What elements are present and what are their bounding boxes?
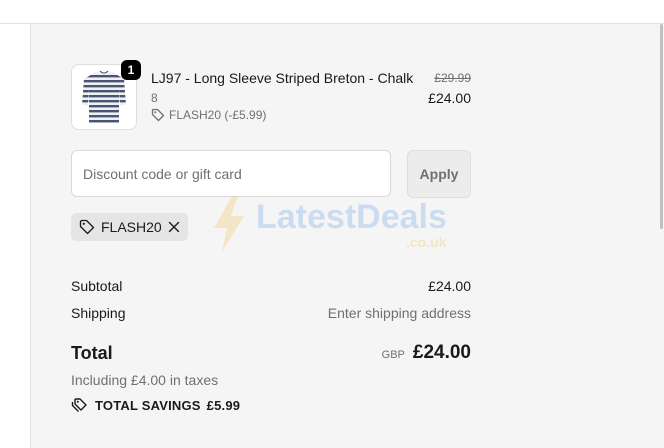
close-icon[interactable] [168,221,180,233]
scrollbar-thumb[interactable] [660,24,663,229]
discount-code-input[interactable] [71,150,391,197]
total-savings-value: £5.99 [206,397,241,413]
quantity-badge: 1 [121,60,141,80]
shipping-label: Shipping [71,305,126,321]
total-value: £24.00 [412,342,471,363]
currency-code: GBP [381,349,405,361]
subtotal-label: Subtotal [71,278,123,294]
tag-icon [151,108,165,122]
tag-icon [79,219,95,235]
product-variant: 8 [151,91,158,105]
scrollbar[interactable] [659,24,664,448]
shipping-row: Shipping Enter shipping address [71,305,471,321]
applied-discount-code: FLASH20 [101,219,162,235]
applied-discount-chip: FLASH20 [71,213,188,241]
original-price: £29.99 [434,71,471,85]
total-label: Total [71,343,113,363]
remove-discount-button[interactable] [168,221,180,233]
total-savings: TOTAL SAVINGS £5.99 [71,397,240,413]
checkout-main-column [0,24,31,448]
subtotal-row: Subtotal £24.00 [71,278,471,294]
product-discount-line: FLASH20 (-£5.99) [151,108,266,122]
taxes-note: Including £4.00 in taxes [71,372,219,388]
total-value-group: GBP £24.00 [382,342,471,364]
top-header-bar [0,0,664,24]
subtotal-value: £24.00 [428,278,471,294]
product-discount-text: FLASH20 (-£5.99) [169,108,267,122]
savings-tag-icon [71,398,87,412]
product-name: LJ97 - Long Sleeve Striped Breton - Chal… [151,70,414,86]
shipping-value: Enter shipping address [327,305,471,321]
total-savings-label: TOTAL SAVINGS [95,397,201,413]
apply-button[interactable]: Apply [407,150,471,198]
product-price: £24.00 [428,90,471,106]
